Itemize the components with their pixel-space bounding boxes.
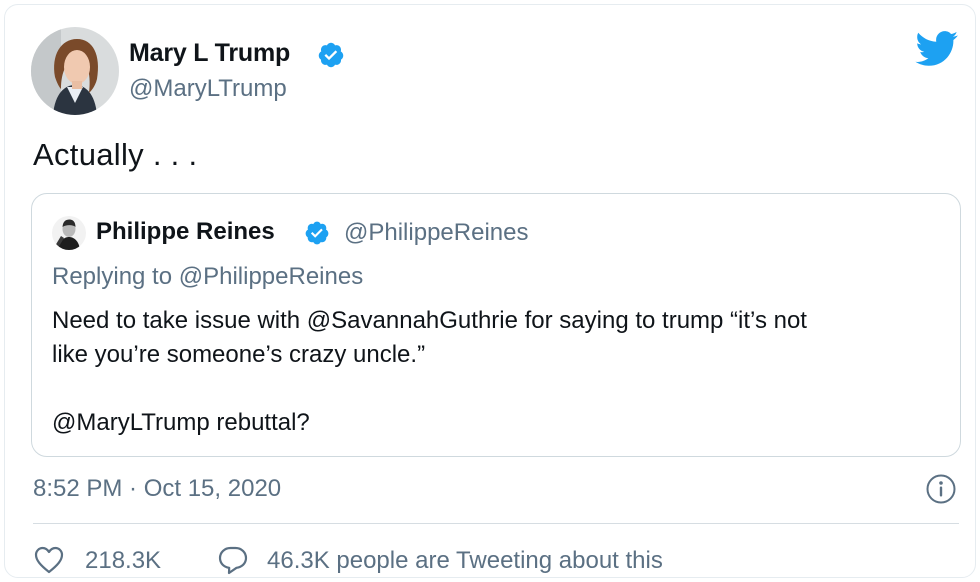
- quoted-text-line: like you’re someone’s crazy uncle.”: [52, 341, 426, 368]
- heart-icon[interactable]: [33, 545, 65, 575]
- speech-bubble-icon[interactable]: [217, 545, 249, 575]
- twitter-bird-icon[interactable]: [915, 31, 959, 67]
- quoted-tweet[interactable]: Philippe Reines @PhilippeReines Replying…: [31, 193, 961, 457]
- quoted-avatar[interactable]: [52, 216, 86, 250]
- author-handle[interactable]: @MaryLTrump: [129, 75, 287, 103]
- replying-to: Replying to @PhilippeReines: [52, 263, 364, 290]
- divider: [33, 523, 959, 524]
- quoted-text-line: @MaryLTrump rebuttal?: [52, 409, 310, 436]
- author-name[interactable]: Mary L Trump: [129, 39, 290, 68]
- quoted-text-line: Need to take issue with @SavannahGuthrie…: [52, 307, 807, 334]
- tweet-card[interactable]: Mary L Trump @MaryLTrump Actually . . . …: [4, 4, 976, 578]
- like-count[interactable]: 218.3K: [85, 547, 161, 575]
- verified-badge-icon: [318, 42, 344, 68]
- tweet-text: Actually . . .: [33, 137, 198, 172]
- info-icon[interactable]: [925, 473, 957, 505]
- avatar[interactable]: [31, 27, 119, 115]
- quoted-tweet-text: Need to take issue with @SavannahGuthrie…: [52, 304, 942, 440]
- tweet-timestamp[interactable]: 8:52 PM · Oct 15, 2020: [33, 475, 281, 503]
- quoted-author-handle[interactable]: @PhilippeReines: [344, 219, 528, 247]
- verified-badge-icon: [305, 221, 329, 245]
- tweeting-about-count[interactable]: 46.3K people are Tweeting about this: [267, 547, 663, 575]
- quoted-author-name[interactable]: Philippe Reines: [96, 218, 275, 246]
